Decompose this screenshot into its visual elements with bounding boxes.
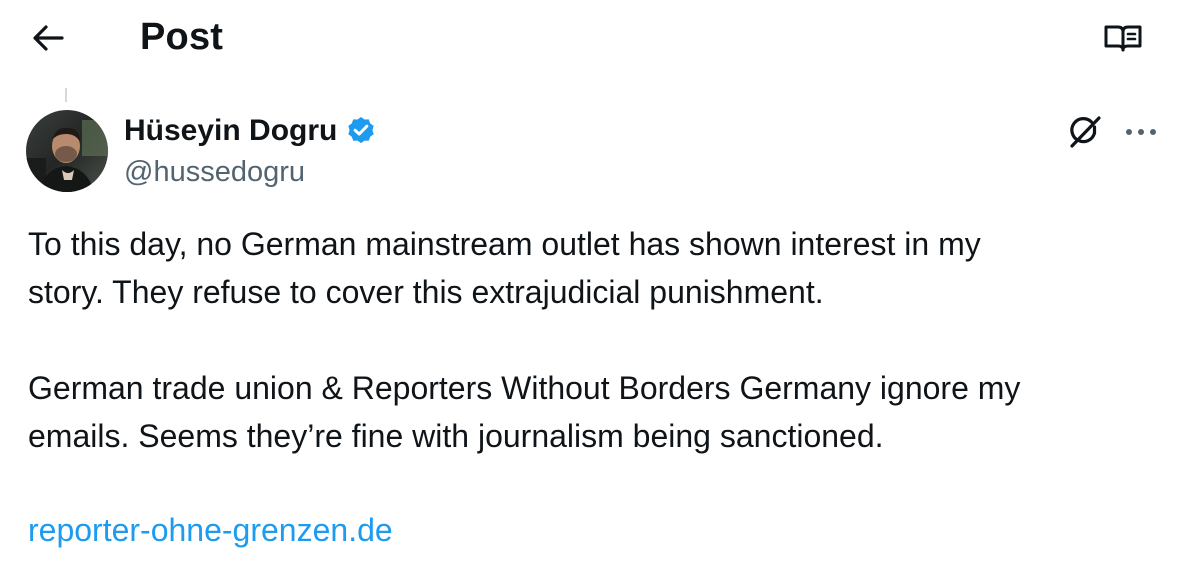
author-handle[interactable]: @hussedogru: [124, 154, 305, 190]
author-avatar[interactable]: [26, 110, 108, 192]
post-text-line: German trade union & Reporters Without B…: [28, 370, 1021, 406]
post-link[interactable]: reporter-ohne-grenzen.de: [28, 506, 393, 554]
author-name[interactable]: Hüseyin Dogru: [124, 112, 377, 150]
post-paragraph-2: German trade union & Reporters Without B…: [28, 364, 1158, 460]
post-paragraph-1: To this day, no German mainstream outlet…: [28, 220, 1158, 316]
more-options-button[interactable]: [1118, 110, 1164, 154]
thread-connector-line: [65, 88, 67, 102]
post-text-line: emails. Seems they’re fine with journali…: [28, 418, 884, 454]
author-name-text: Hüseyin Dogru: [124, 114, 338, 147]
open-book-icon: [1104, 25, 1142, 52]
reader-mode-button[interactable]: [1100, 18, 1146, 58]
more-horizontal-icon: [1126, 129, 1156, 135]
post-text-line: To this day, no German mainstream outlet…: [28, 226, 981, 262]
verified-badge-icon: [348, 117, 375, 144]
top-bar: Post: [0, 0, 1194, 76]
post-page: Post Hüseyin Dogru @hussedogru To this d…: [0, 0, 1194, 568]
grok-icon: [1070, 116, 1101, 148]
post-text-line: story. They refuse to cover this extraju…: [28, 274, 824, 310]
grok-button[interactable]: [1062, 110, 1108, 154]
back-button[interactable]: [26, 18, 70, 58]
arrow-left-icon: [33, 25, 64, 51]
page-title: Post: [140, 16, 224, 58]
